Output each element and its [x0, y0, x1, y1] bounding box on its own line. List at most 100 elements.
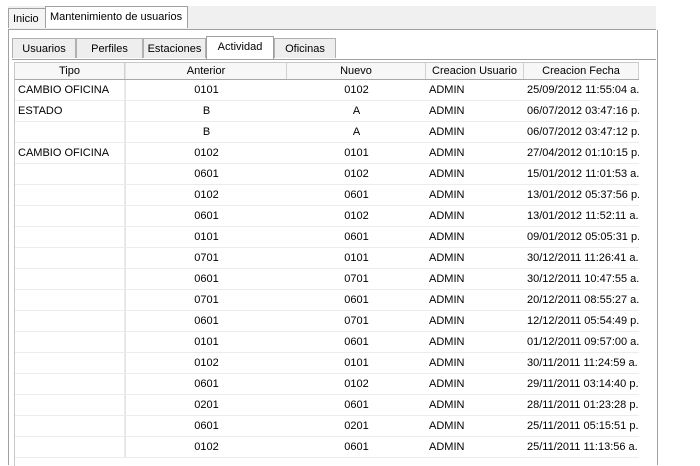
cell-tipo [15, 185, 125, 205]
column-header-nuevo[interactable]: Nuevo [287, 63, 426, 79]
cell-anterior: 0601 [125, 164, 287, 184]
cell-creacion-usuario: ADMIN [429, 189, 465, 201]
cell-anterior: 0601 [125, 416, 287, 436]
cell-nuevo: 0601 [344, 336, 369, 348]
cell-tipo [15, 374, 125, 394]
cell-nuevo: 0102 [344, 168, 369, 180]
top-tab-bar: Inicio Mantenimiento de usuarios [8, 6, 656, 30]
table-row[interactable]: B A ADMIN 06/07/2012 03:47:12 p. [15, 122, 639, 143]
tab-mantenimiento-usuarios[interactable]: Mantenimiento de usuarios [45, 6, 188, 28]
table-row[interactable]: 0101 0601 ADMIN 01/12/2011 09:57:00 a. [15, 332, 639, 353]
cell-nuevo: 0601 [344, 231, 369, 243]
table-row[interactable]: CAMBIO OFICINA 0101 0102 ADMIN 25/09/2012 11… [15, 80, 639, 101]
cell-creacion-usuario: ADMIN [429, 273, 465, 285]
table-row[interactable]: 0701 0601 ADMIN 20/12/2011 08:55:27 a. [15, 290, 639, 311]
column-header-tipo[interactable]: Tipo [15, 63, 125, 79]
cell-anterior: B [125, 101, 287, 121]
cell-tipo [15, 332, 125, 352]
activity-table: Tipo Anterior Nuevo Creacion Usuario Cre… [14, 62, 639, 466]
cell-nuevo: 0101 [344, 147, 369, 159]
cell-creacion-fecha: 27/04/2012 01:10:15 p. [527, 147, 639, 159]
cell-nuevo: 0101 [344, 252, 369, 264]
cell-anterior: 0101 [125, 80, 287, 100]
cell-creacion-fecha: 25/11/2011 11:13:56 a. [527, 441, 638, 453]
cell-anterior: 0102 [125, 143, 287, 163]
cell-tipo [15, 395, 125, 415]
cell-creacion-usuario: ADMIN [429, 252, 465, 264]
table-header: Tipo Anterior Nuevo Creacion Usuario Cre… [15, 63, 639, 80]
table-row[interactable]: 0102 0601 ADMIN 25/11/2011 11:13:56 a. [15, 437, 639, 458]
table-row[interactable]: 0601 0102 ADMIN 13/01/2012 11:52:11 a. [15, 206, 639, 227]
cell-nuevo: A [352, 126, 361, 138]
cell-tipo [15, 311, 125, 331]
tab-oficinas[interactable]: Oficinas [274, 38, 336, 58]
table-row[interactable]: 0601 0701 ADMIN 12/12/2011 05:54:49 p. [15, 311, 639, 332]
tab-perfiles[interactable]: Perfiles [76, 38, 143, 58]
cell-tipo [15, 227, 125, 247]
sub-tab-bar: Usuarios Perfiles Estaciones Actividad O… [12, 36, 656, 60]
table-body: CAMBIO OFICINA 0101 0102 ADMIN 25/09/2012 11… [15, 80, 639, 458]
cell-creacion-fecha: 30/12/2011 11:26:41 a. [527, 252, 639, 264]
table-row[interactable]: 0102 0601 ADMIN 13/01/2012 05:37:56 p. [15, 185, 639, 206]
cell-creacion-fecha: 29/11/2011 03:14:40 p. [527, 378, 639, 390]
cell-tipo: ESTADO [15, 101, 125, 121]
cell-tipo [15, 290, 125, 310]
cell-creacion-fecha: 30/12/2011 10:47:55 a. [527, 273, 639, 285]
cell-nuevo: 0102 [344, 210, 369, 222]
cell-creacion-usuario: ADMIN [429, 315, 465, 327]
cell-creacion-fecha: 13/01/2012 11:52:11 a. [527, 210, 639, 222]
cell-anterior: 0701 [125, 248, 287, 268]
cell-creacion-usuario: ADMIN [429, 210, 465, 222]
cell-anterior: 0601 [125, 206, 287, 226]
cell-creacion-usuario: ADMIN [429, 147, 465, 159]
cell-creacion-usuario: ADMIN [429, 336, 465, 348]
tab-inicio[interactable]: Inicio [8, 8, 46, 28]
cell-creacion-usuario: ADMIN [429, 126, 465, 138]
table-row[interactable]: 0601 0701 ADMIN 30/12/2011 10:47:55 a. [15, 269, 639, 290]
table-row[interactable]: 0701 0101 ADMIN 30/12/2011 11:26:41 a. [15, 248, 639, 269]
cell-creacion-fecha: 15/01/2012 11:01:53 a. [527, 168, 639, 180]
cell-creacion-fecha: 01/12/2011 09:57:00 a. [527, 336, 639, 348]
cell-tipo: CAMBIO OFICINA [15, 80, 125, 100]
tab-usuarios[interactable]: Usuarios [12, 38, 76, 58]
cell-anterior: B [125, 122, 287, 142]
cell-tipo [15, 206, 125, 226]
table-row[interactable]: 0201 0601 ADMIN 28/11/2011 01:23:28 p. [15, 395, 639, 416]
cell-creacion-fecha: 06/07/2012 03:47:12 p. [527, 126, 639, 138]
cell-creacion-usuario: ADMIN [429, 84, 465, 96]
column-header-creacion-fecha[interactable]: Creacion Fecha [524, 63, 639, 79]
tab-actividad[interactable]: Actividad [206, 36, 274, 59]
table-row[interactable]: 0601 0102 ADMIN 15/01/2012 11:01:53 a. [15, 164, 639, 185]
cell-tipo: CAMBIO OFICINA [15, 143, 125, 163]
column-header-creacion-usuario[interactable]: Creacion Usuario [426, 63, 524, 79]
cell-nuevo: 0601 [344, 441, 369, 453]
cell-nuevo: 0601 [344, 399, 369, 411]
table-row[interactable]: CAMBIO OFICINA 0102 0101 ADMIN 27/04/2012 01… [15, 143, 639, 164]
cell-creacion-usuario: ADMIN [429, 420, 465, 432]
cell-tipo [15, 269, 125, 289]
cell-creacion-usuario: ADMIN [429, 357, 465, 369]
table-row[interactable]: 0601 0201 ADMIN 25/11/2011 05:15:51 p. [15, 416, 639, 437]
cell-creacion-usuario: ADMIN [429, 168, 465, 180]
cell-anterior: 0102 [125, 185, 287, 205]
cell-tipo [15, 437, 125, 457]
cell-creacion-usuario: ADMIN [429, 441, 465, 453]
cell-tipo [15, 248, 125, 268]
cell-anterior: 0101 [125, 332, 287, 352]
tab-estaciones[interactable]: Estaciones [143, 38, 206, 58]
cell-tipo [15, 164, 125, 184]
cell-nuevo: 0601 [344, 189, 369, 201]
table-row[interactable]: 0601 0102 ADMIN 29/11/2011 03:14:40 p. [15, 374, 639, 395]
cell-creacion-fecha: 25/09/2012 11:55:04 a. [527, 84, 639, 96]
cell-nuevo: A [352, 105, 361, 117]
cell-nuevo: 0701 [344, 273, 369, 285]
cell-anterior: 0601 [125, 374, 287, 394]
table-row[interactable]: 0101 0601 ADMIN 09/01/2012 05:05:31 p. [15, 227, 639, 248]
cell-anterior: 0102 [125, 353, 287, 373]
cell-anterior: 0201 [125, 395, 287, 415]
cell-creacion-usuario: ADMIN [429, 231, 465, 243]
cell-anterior: 0701 [125, 290, 287, 310]
table-row[interactable]: 0102 0101 ADMIN 30/11/2011 11:24:59 a. [15, 353, 639, 374]
column-header-anterior[interactable]: Anterior [125, 63, 287, 79]
table-row[interactable]: ESTADO B A ADMIN 06/07/2012 03:47:16 p. [15, 101, 639, 122]
